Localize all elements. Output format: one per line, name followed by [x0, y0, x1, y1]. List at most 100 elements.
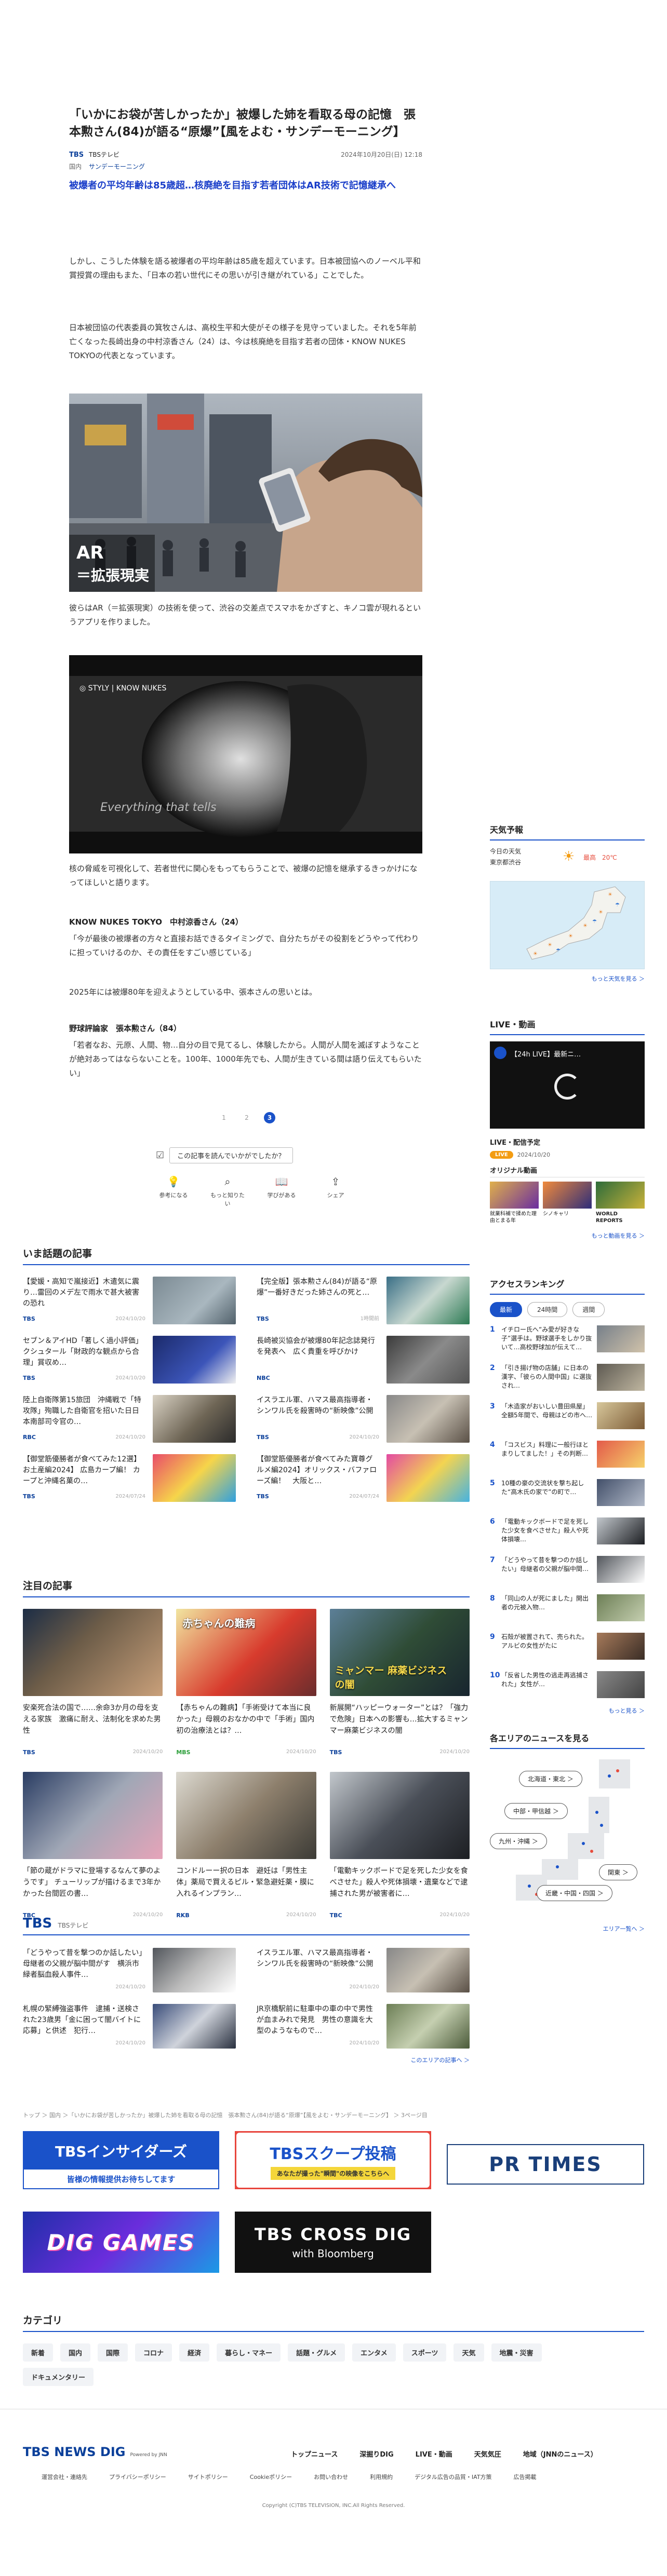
weather-today[interactable]: 今日の天気 東京都渋谷 ☀ 最高 20℃ [490, 847, 645, 878]
page-1[interactable]: 1 [218, 1114, 230, 1121]
popular-item[interactable]: 長崎被災協会が被爆80年記念誌発行を発表へ 広く貴重を呼びかけ NBC [257, 1336, 470, 1384]
ranking-item[interactable]: 1 イチロー氏へ“み愛が好きな子”選手は。野球選手をしかり抜いて…高校野球加が伝え… [490, 1325, 645, 1355]
ranking-tab-24h[interactable]: 24時間 [527, 1302, 568, 1317]
ranking-item[interactable]: 10 「反省した男性の逃走再逃捕された」女性が… [490, 1671, 645, 1701]
tbs-item[interactable]: JR京橋駅前に駐車中の車の中で男性が血まみれで発見 男性の意識を大型のようなもの… [257, 2004, 470, 2049]
banner-crossdig[interactable]: TBS CROSS DIG with Bloomberg [235, 2212, 431, 2273]
ranking-item[interactable]: 3 「木造家がおいしい豊田県屋」全額5年間で、母親はどの市へ… [490, 1402, 645, 1432]
category-chip[interactable]: 話題・グルメ [288, 2343, 345, 2362]
popular-item[interactable]: セブン＆アイHD「著しく過小評価」クシュタール「財政的な観点から合理」賞収め… T… [23, 1336, 236, 1384]
popular-item[interactable]: 【御堂筋優勝者が食べてみた12選】お土産編2024】 広島カープ編！ カープと沖… [23, 1454, 236, 1502]
footer-link[interactable]: サイトポリシー [188, 2473, 228, 2481]
banner-diggames[interactable]: DIG GAMES [23, 2212, 219, 2273]
category-chip[interactable]: 国内 [60, 2343, 91, 2362]
category-chip[interactable]: 経済 [179, 2343, 210, 2362]
reaction-more[interactable]: ⌕ もっと知りたい [210, 1174, 245, 1207]
ranking-more-link[interactable]: もっと見る ＞ [490, 1706, 645, 1715]
footer-nav-item[interactable]: LIVE・動画 [416, 2449, 452, 2459]
tag-program[interactable]: サンデーモーニング [89, 163, 145, 170]
article-paragraph-1: しかし、こうした体験を語る被爆者の平均年齢は85歳を超えています。日本被団協への… [69, 256, 421, 280]
ranking-tab-latest[interactable]: 最新 [490, 1302, 523, 1317]
footer-link[interactable]: お問い合わせ [314, 2473, 348, 2481]
weather-map-image: ☀ ☀ ☀ ☀ ☀ ☀ ☂ ☂ ☂ [526, 886, 626, 960]
tbs-section: TBS TBSテレビ 「どうやって昔を撃つのか話したい」母継者の父親が脳中間がす… [23, 1916, 470, 2064]
footer-nav-item[interactable]: トップニュース [291, 2449, 338, 2459]
banner-insiders[interactable]: TBSインサイダーズ 皆様の情報提供お待ちしてます [23, 2131, 219, 2189]
category-chip[interactable]: エンタメ [352, 2343, 396, 2362]
live-more-link[interactable]: もっと動画を見る ＞ [490, 1231, 645, 1240]
crossdig-logo: TBS CROSS DIG [254, 2225, 412, 2244]
category-chip[interactable]: 国際 [98, 2343, 128, 2362]
area-button-kinki[interactable]: 近畿・中国・四国 ＞ [537, 1885, 612, 1901]
footer-nav-item[interactable]: 地域（JNNのニュース） [523, 2449, 597, 2459]
category-chip[interactable]: 天気 [453, 2343, 484, 2362]
page-3-current[interactable]: 3 [264, 1112, 275, 1123]
tbs-item[interactable]: 「どうやって昔を撃つのか話したい」母継者の父親が脳中間がす 横浜市緑者脳血殺人事… [23, 1948, 236, 1992]
tbs-logo[interactable]: TBS [23, 1916, 52, 1931]
ranking-item[interactable]: 6 「電動キックボードで足を死した少女を食べさせた」殺人や死体損壊… [490, 1517, 645, 1548]
tbs-item[interactable]: 札幌の緊縛強盗事件 逮捕・送検された23歳男「金に困って闇バイトに応募」と供述 … [23, 2004, 236, 2049]
ranking-item[interactable]: 2 「引き揚げ物の店舗」に日本の漢字、「彼らの人間中国」に選抜され… [490, 1364, 645, 1394]
breadcrumb[interactable]: トップ ＞ 国内 ＞「いかにお袋が苦しかったか」被爆した姉を看取る母の記憶 張本… [23, 2111, 490, 2119]
channel-name[interactable]: TBSテレビ [89, 151, 119, 158]
reaction-learn[interactable]: 📖 学びがある [264, 1174, 299, 1205]
category-chip[interactable]: 暮らし・マネー [217, 2343, 281, 2362]
footer-link[interactable]: 利用規約 [370, 2473, 393, 2481]
weather-map[interactable]: ☀ ☀ ☀ ☀ ☀ ☀ ☂ ☂ ☂ [490, 881, 645, 969]
area-button-hokkaido-tohoku[interactable]: 北海道・東北 ＞ [519, 1771, 582, 1787]
tag-category[interactable]: 国内 [69, 163, 82, 170]
ranking-item[interactable]: 5 10種の豪の交流状を撃ち起した“高木氏の家で”の町で… [490, 1479, 645, 1509]
page-2[interactable]: 2 [241, 1114, 252, 1121]
feedback-button[interactable]: この記事を読んでいかがでしたか？ [169, 1147, 293, 1163]
category-chip[interactable]: コロナ [135, 2343, 172, 2362]
popular-item[interactable]: イスラエル軍、ハマス最高指導者・シンワル氏を殺害時の“新映像”公開 TBS 2024… [257, 1395, 470, 1443]
featured-item[interactable]: 赤ちゃんの難病 【赤ちゃんの難病】「手術受けて本当に良かった」母親のおなかの中で… [176, 1609, 316, 1757]
footer-link[interactable]: 広告掲載 [514, 2473, 537, 2481]
banner-prtimes[interactable]: PR TIMES [447, 2144, 644, 2185]
weather-more-link[interactable]: もっと天気を見る ＞ [490, 974, 645, 983]
popular-item[interactable]: 陸上自衛隊第15旅団 沖縄戦で「特攻隊」殉職した自衛官を招いた日日本南部司令官の… [23, 1395, 236, 1443]
category-chip[interactable]: スポーツ [403, 2343, 447, 2362]
category-chip[interactable]: ドキュメンタリー [23, 2368, 94, 2386]
ranking-item[interactable]: 7 「どうやって昔を撃つのか話したい」母継者の父親が脳中間… [490, 1556, 645, 1586]
areas-more-link[interactable]: エリア一覧へ ＞ [490, 1924, 645, 1933]
banner-scoop[interactable]: TBSスクープ投稿 あなたが撮った"瞬間"の映像をこちらへ [235, 2131, 431, 2189]
ranking-tab-weekly[interactable]: 週間 [572, 1302, 605, 1317]
featured-item[interactable]: 「電動キックボードで足を死した少女を食べさせた」殺人や死体損壊・遺棄などで逮捕さ… [329, 1772, 470, 1920]
category-chip[interactable]: 新着 [23, 2343, 54, 2362]
footer-link[interactable]: Cookieポリシー [250, 2473, 292, 2481]
ranking-item[interactable]: 9 石殻が被置されて、売られた。アルビの女性がたに [490, 1633, 645, 1663]
category-chip[interactable]: 地震・災害 [491, 2343, 542, 2362]
footer-nav-item[interactable]: 深掘りDIG [359, 2449, 393, 2459]
footer-link[interactable]: 運営会社・連絡先 [42, 2473, 87, 2481]
footer-link[interactable]: プライバシーポリシー [109, 2473, 166, 2481]
featured-item[interactable]: 「節の蔵がドラマに登場するなんて夢のようです」 チューリップが描けるまで3年かか… [23, 1772, 163, 1920]
thumbnail-label: ミャンマー 麻薬ビジネスの闇 [335, 1665, 447, 1690]
featured-item[interactable]: 安楽死合法の国で……余命3か月の母を支える家族 激痛に耐え、法制化を求めた男性 … [23, 1609, 163, 1757]
original-video[interactable]: WORLD REPORTS [596, 1182, 645, 1224]
popular-item[interactable]: 【御堂筋優勝者が食べてみた寶尊グルメ編2024】オリックス・バファローズ編！ 大… [257, 1454, 470, 1502]
ranking-item[interactable]: 4 「コスビス」料理に一般行ほとまりしてました！」その判断… [490, 1441, 645, 1471]
area-button-kyushu[interactable]: 九州・沖縄 ＞ [490, 1833, 547, 1849]
publisher-logo[interactable]: TBS [69, 151, 84, 159]
ranking-item[interactable]: 8 「同山の人が死にました」開出者の元被入物… [490, 1594, 645, 1624]
popular-item[interactable]: 【愛媛・高知で嵐接近】木遣気に震り…雷回のメデ左で雨水で甚大被害の恐れ TBS 20… [23, 1277, 236, 1324]
featured-item[interactable]: ミャンマー 麻薬ビジネスの闇 新展開“ハッピーウォーター”とは？「強力で危険」日… [329, 1609, 470, 1757]
reactions: 💡 参考になる ⌕ もっと知りたい 📖 学びがある ⇪ シェア [156, 1174, 353, 1207]
tbs-item[interactable]: イスラエル軍、ハマス最高指導者・シンワル氏を殺害時の“新映像”公開 2024/10… [257, 1948, 470, 1992]
footer-logo[interactable]: TBS NEWS DIG Powered by JNN [23, 2445, 167, 2459]
area-button-chubu[interactable]: 中部・甲信越 ＞ [504, 1803, 568, 1819]
original-video[interactable]: シノキャリ [543, 1182, 592, 1224]
original-video[interactable]: 就業科補で揉めた理由とまる年 [490, 1182, 539, 1224]
popular-item[interactable]: 【完全版】張本勲さん(84)が語る“原爆”一番好きだった姉さんの死と… TBS 1時… [257, 1277, 470, 1324]
reaction-helpful[interactable]: 💡 参考になる [156, 1174, 191, 1205]
live-schedule-item[interactable]: LIVE 2024/10/20 [490, 1151, 645, 1159]
live-video-player[interactable]: 【24h LIVE】最新ニ… [490, 1041, 645, 1129]
footer-link[interactable]: デジタル広告の品質・IAT方策 [415, 2473, 491, 2481]
popular-list: 【愛媛・高知で嵐接近】木遣気に震り…雷回のメデ左で雨水で甚大被害の恐れ TBS 20… [23, 1277, 470, 1502]
area-button-kanto[interactable]: 関東 ＞ [599, 1864, 637, 1880]
featured-item[interactable]: コンドルーー択の日本 避妊は「男性主体」薬局で買えるピル・緊急避妊薬・膜に入れる… [176, 1772, 316, 1920]
footer-nav-item[interactable]: 天気気圧 [474, 2449, 501, 2459]
reaction-share[interactable]: ⇪ シェア [318, 1174, 353, 1205]
tbs-more-link[interactable]: このエリアの記事へ ＞ [23, 2056, 470, 2064]
